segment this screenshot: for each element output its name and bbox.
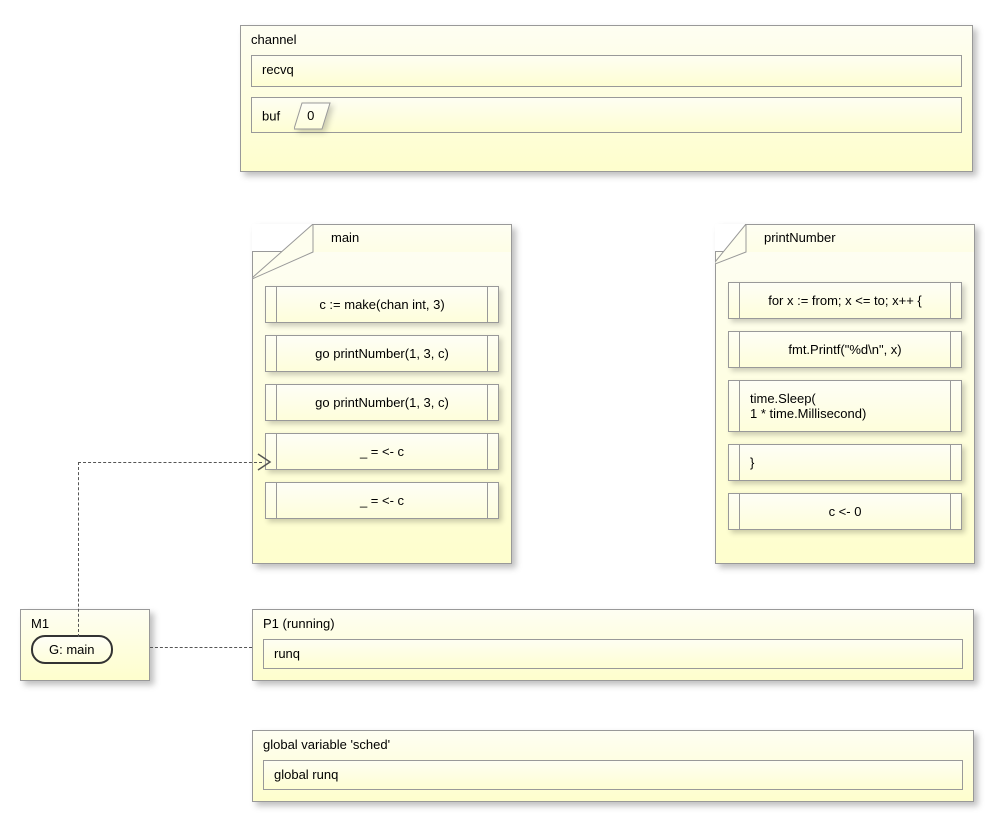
- p1-runq: runq: [263, 639, 963, 669]
- buf-value: 0: [294, 108, 328, 123]
- stmt-text: for x := from; x <= to; x++ {: [750, 293, 940, 308]
- stmt-go-2: go printNumber(1, 3, c): [265, 384, 499, 421]
- sched-runq: global runq: [263, 760, 963, 790]
- stmt-text: go printNumber(1, 3, c): [287, 346, 477, 361]
- stmt-recv-1: _ = <- c: [265, 433, 499, 470]
- channel-title: channel: [241, 26, 972, 51]
- printnumber-body: for x := from; x <= to; x++ { fmt.Printf…: [715, 251, 975, 564]
- m1-box: M1 G: main: [20, 609, 150, 681]
- stmt-send: c <- 0: [728, 493, 962, 530]
- stmt-text: }: [750, 455, 940, 470]
- printnumber-title: printNumber: [764, 230, 836, 245]
- runq-label: runq: [274, 646, 300, 661]
- stmt-text: c <- 0: [750, 504, 940, 519]
- stmt-text: fmt.Printf("%d\n", x): [750, 342, 940, 357]
- channel-buf: buf 0: [251, 97, 962, 133]
- connector-g-to-stmt-h: [78, 462, 262, 463]
- stmt-go-1: go printNumber(1, 3, c): [265, 335, 499, 372]
- stmt-make-chan: c := make(chan int, 3): [265, 286, 499, 323]
- arrowhead-icon: [256, 452, 276, 472]
- stmt-text: go printNumber(1, 3, c): [287, 395, 477, 410]
- m1-title: M1: [21, 610, 149, 635]
- global-runq-label: global runq: [274, 767, 338, 782]
- stmt-recv-2: _ = <- c: [265, 482, 499, 519]
- connector-m1-p1: [150, 647, 252, 648]
- stmt-for: for x := from; x <= to; x++ {: [728, 282, 962, 319]
- buf-slot: 0: [294, 102, 328, 130]
- printnumber-tab: printNumber: [745, 224, 975, 252]
- main-tab-cut-icon: [252, 224, 314, 279]
- main-tab: main: [312, 224, 512, 252]
- stmt-text: _ = <- c: [287, 444, 477, 459]
- main-title: main: [331, 230, 359, 245]
- connector-g-to-stmt-v: [78, 462, 79, 637]
- buf-label: buf: [262, 109, 280, 124]
- p1-title: P1 (running): [253, 610, 973, 635]
- g-main-pill: G: main: [31, 635, 113, 664]
- stmt-sleep: time.Sleep( 1 * time.Millisecond): [728, 380, 962, 432]
- recvq-label: recvq: [262, 62, 294, 77]
- stmt-printf: fmt.Printf("%d\n", x): [728, 331, 962, 368]
- main-function: main c := make(chan int, 3) go printNumb…: [252, 224, 512, 564]
- p1-box: P1 (running) runq: [252, 609, 974, 681]
- sched-box: global variable 'sched' global runq: [252, 730, 974, 802]
- main-body: c := make(chan int, 3) go printNumber(1,…: [252, 251, 512, 564]
- printnumber-tab-cut-icon: [715, 224, 747, 264]
- stmt-text: c := make(chan int, 3): [287, 297, 477, 312]
- stmt-brace: }: [728, 444, 962, 481]
- stmt-text: time.Sleep( 1 * time.Millisecond): [750, 391, 940, 421]
- stmt-text: _ = <- c: [287, 493, 477, 508]
- channel-box: channel recvq buf 0: [240, 25, 973, 172]
- printnumber-function: printNumber for x := from; x <= to; x++ …: [715, 224, 975, 564]
- channel-recvq: recvq: [251, 55, 962, 87]
- sched-title: global variable 'sched': [253, 731, 973, 756]
